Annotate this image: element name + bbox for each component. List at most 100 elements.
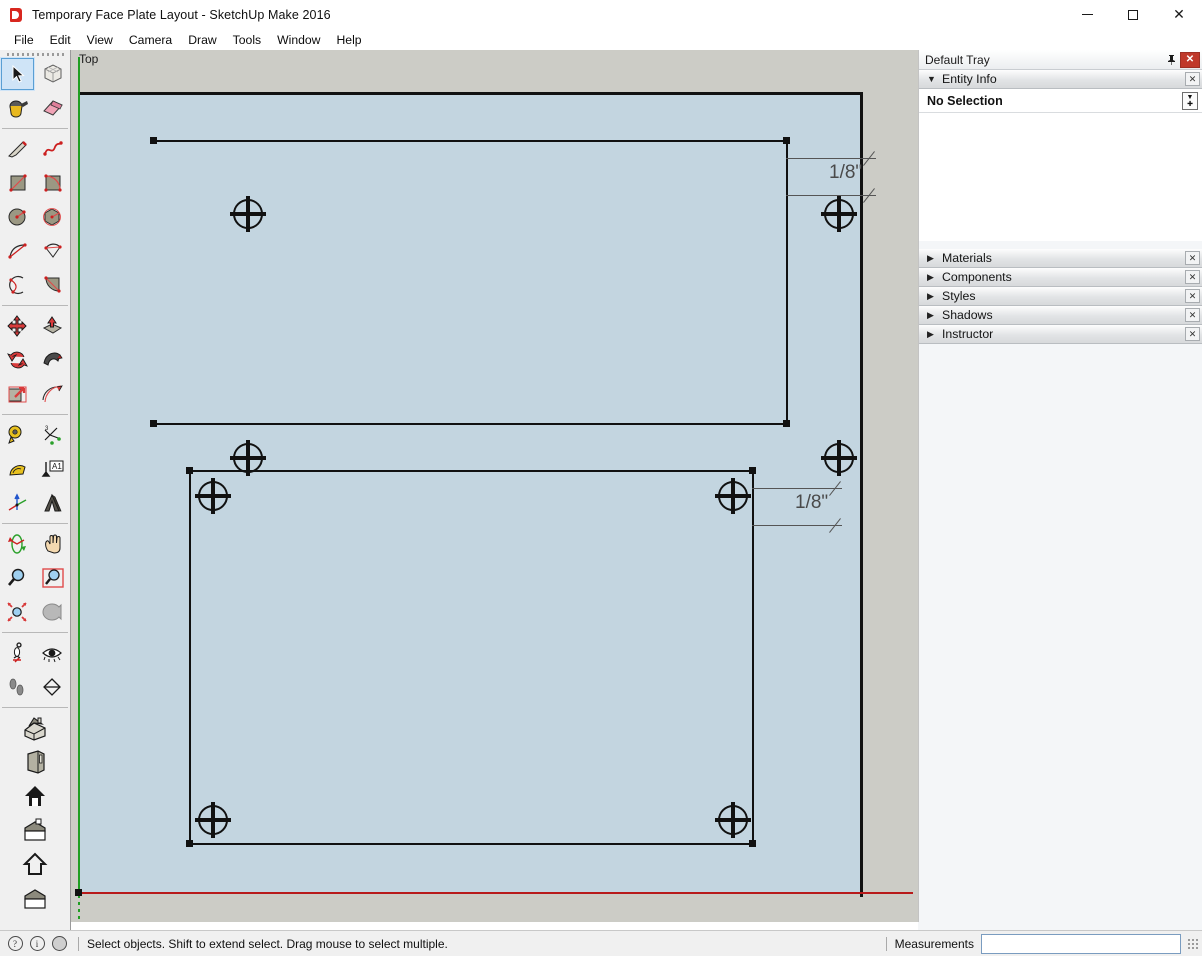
view-top-button[interactable]: [0, 745, 70, 779]
pan-tool[interactable]: [35, 527, 70, 561]
chevron-right-icon: ▶: [927, 309, 934, 320]
paint-bucket-tool[interactable]: [0, 91, 35, 125]
panel-title-components: Components: [942, 270, 1012, 284]
menu-file[interactable]: File: [6, 31, 42, 49]
screw-hole: [715, 478, 751, 514]
three-point-arc-tool[interactable]: [0, 268, 35, 302]
arc-tool[interactable]: [0, 234, 35, 268]
zoom-tool[interactable]: [0, 561, 35, 595]
section-plane-tool[interactable]: [35, 670, 70, 704]
panel-title-shadows: Shadows: [942, 308, 993, 322]
offset-tool[interactable]: [35, 377, 70, 411]
protractor-tool[interactable]: [0, 452, 35, 486]
view-right-button[interactable]: [0, 813, 70, 847]
panel-header-components[interactable]: ▶ Components ✕: [919, 268, 1202, 287]
panel-header-entity-info[interactable]: ▼ Entity Info ✕: [919, 70, 1202, 89]
view-back-button[interactable]: [0, 847, 70, 881]
pin-icon[interactable]: [1163, 51, 1180, 68]
axes-tool[interactable]: [0, 486, 35, 520]
minimize-button[interactable]: [1064, 0, 1110, 29]
entity-expand-toggle[interactable]: ▼ ✚: [1182, 91, 1198, 110]
panel-close-styles[interactable]: ✕: [1185, 289, 1200, 303]
previous-view-tool[interactable]: [35, 595, 70, 629]
polygon-tool[interactable]: [35, 200, 70, 234]
panel-close-materials[interactable]: ✕: [1185, 251, 1200, 265]
dimension-extension-line: [786, 137, 788, 212]
user-account-icon[interactable]: [48, 933, 70, 955]
tray-close-button[interactable]: ✕: [1180, 51, 1200, 68]
dimension-upper[interactable]: 1/8": [786, 137, 906, 212]
user-glyph: [51, 936, 67, 951]
toolbar-grip[interactable]: [0, 50, 70, 57]
follow-me-tool[interactable]: [35, 343, 70, 377]
lower-face-plate[interactable]: [186, 467, 756, 847]
view-iso-button[interactable]: [0, 711, 70, 745]
make-component-tool[interactable]: [35, 57, 70, 91]
panel-close-entity-info[interactable]: ✕: [1185, 72, 1200, 86]
dimension-tool[interactable]: 3: [35, 418, 70, 452]
zoom-window-tool[interactable]: [35, 561, 70, 595]
menu-tools[interactable]: Tools: [225, 31, 269, 49]
position-camera-tool[interactable]: [0, 636, 35, 670]
svg-text:3: 3: [45, 426, 49, 432]
menu-window[interactable]: Window: [269, 31, 328, 49]
menu-edit[interactable]: Edit: [42, 31, 79, 49]
push-pull-tool[interactable]: [35, 309, 70, 343]
screw-hole: [230, 196, 266, 232]
measurements-label: Measurements: [894, 936, 974, 951]
panel-header-instructor[interactable]: ▶ Instructor ✕: [919, 325, 1202, 344]
pie-tool[interactable]: [35, 268, 70, 302]
green-axis: [78, 57, 80, 894]
zoom-extents-tool[interactable]: [0, 595, 35, 629]
view-left-button[interactable]: [0, 881, 70, 915]
info-icon[interactable]: i: [26, 933, 48, 955]
walk-tool[interactable]: [0, 670, 35, 704]
maximize-button[interactable]: [1110, 0, 1156, 29]
tray-header: Default Tray ✕: [919, 50, 1202, 70]
measurements-input[interactable]: [981, 933, 1181, 954]
window-controls: ✕: [1064, 0, 1202, 29]
menu-view[interactable]: View: [79, 31, 121, 49]
close-button[interactable]: ✕: [1156, 0, 1202, 29]
panel-close-components[interactable]: ✕: [1185, 270, 1200, 284]
close-icon: ✕: [1185, 54, 1195, 65]
screw-hole: [195, 478, 231, 514]
panel-close-shadows[interactable]: ✕: [1185, 308, 1200, 322]
scale-tool[interactable]: [0, 377, 35, 411]
tray-spacer: [919, 241, 1202, 249]
entity-info-body: No Selection ▼ ✚: [919, 89, 1202, 241]
move-tool[interactable]: [0, 309, 35, 343]
freehand-tool[interactable]: [35, 132, 70, 166]
panel-header-shadows[interactable]: ▶ Shadows ✕: [919, 306, 1202, 325]
close-icon: ✕: [1173, 6, 1185, 23]
upper-face-plate[interactable]: [150, 137, 857, 476]
model-viewport[interactable]: Top 1/8" 1/8": [71, 50, 918, 922]
select-tool[interactable]: [0, 57, 35, 91]
tape-measure-tool[interactable]: [0, 418, 35, 452]
status-hint: Select objects. Shift to extend select. …: [87, 936, 448, 951]
two-point-arc-tool[interactable]: [35, 234, 70, 268]
eraser-tool[interactable]: [35, 91, 70, 125]
panel-header-styles[interactable]: ▶ Styles ✕: [919, 287, 1202, 306]
menu-draw[interactable]: Draw: [180, 31, 224, 49]
panel-header-materials[interactable]: ▶ Materials ✕: [919, 249, 1202, 268]
dimension-label: 1/8": [829, 162, 863, 183]
circle-tool[interactable]: [0, 200, 35, 234]
look-around-tool[interactable]: [35, 636, 70, 670]
plate-corner-tl: [186, 467, 193, 474]
resize-grip-icon[interactable]: [1187, 937, 1199, 950]
view-front-button[interactable]: [0, 779, 70, 813]
rectangle-tool[interactable]: [0, 166, 35, 200]
menu-camera[interactable]: Camera: [121, 31, 180, 49]
text-tool[interactable]: A1: [35, 452, 70, 486]
panel-close-instructor[interactable]: ✕: [1185, 327, 1200, 341]
dimension-lower[interactable]: 1/8": [752, 467, 872, 542]
menu-help[interactable]: Help: [328, 31, 369, 49]
line-tool[interactable]: [0, 132, 35, 166]
three-d-text-tool[interactable]: [35, 486, 70, 520]
orbit-tool[interactable]: [0, 527, 35, 561]
dimension-line-top: [752, 488, 842, 489]
rotate-tool[interactable]: [0, 343, 35, 377]
context-help-icon[interactable]: ?: [4, 933, 26, 955]
rotated-rectangle-tool[interactable]: [35, 166, 70, 200]
